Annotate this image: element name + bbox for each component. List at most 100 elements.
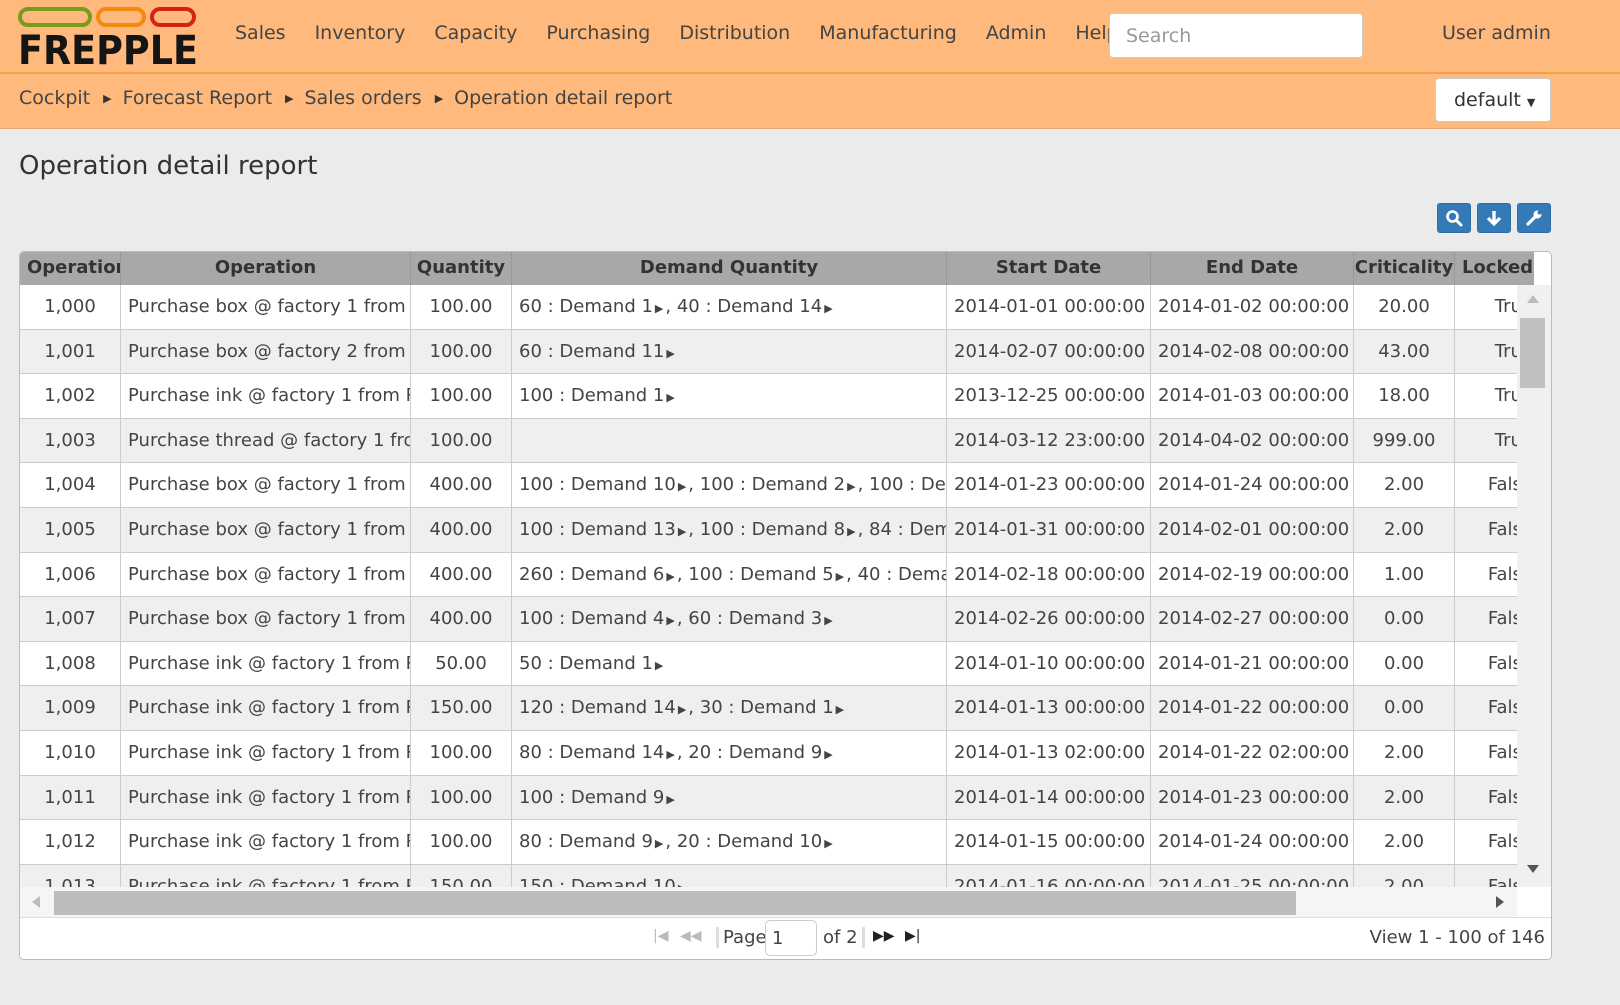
column-header-criticality[interactable]: Criticality [1354, 252, 1455, 285]
demand-detail-icon[interactable]: ▶ [666, 347, 674, 360]
breadcrumb-cockpit[interactable]: Cockpit [19, 87, 90, 109]
breadcrumb-forecast-report[interactable]: Forecast Report [123, 87, 272, 109]
demand-link[interactable]: 40 : Demand [858, 564, 946, 585]
demand-link[interactable]: 260 : Demand 6 [519, 564, 664, 585]
demand-link[interactable]: 84 : Deman [869, 519, 946, 540]
menu-manufacturing[interactable]: Manufacturing [819, 22, 957, 44]
demand-link[interactable]: 60 : Demand 3 [688, 608, 822, 629]
demand-link[interactable]: 30 : Demand 1 [700, 697, 834, 718]
page-number-input[interactable] [765, 920, 817, 956]
demand-detail-icon[interactable]: ▶ [666, 614, 674, 627]
menu-inventory[interactable]: Inventory [315, 22, 406, 44]
demand-detail-icon[interactable]: ▶ [836, 570, 844, 583]
download-button[interactable] [1477, 203, 1511, 233]
cell-locked: False [1487, 563, 1517, 585]
first-page-icon[interactable]: |◀ [653, 928, 668, 944]
demand-link[interactable]: 150 : Demand 10 [519, 876, 676, 887]
table-row[interactable]: 1,005 Purchase box @ factory 1 from C 400.… [20, 507, 1517, 553]
demand-detail-icon[interactable]: ▶ [666, 793, 674, 806]
previous-page-icon[interactable]: ◀◀ [680, 928, 702, 944]
demand-link[interactable]: 100 : Demand 9 [519, 787, 664, 808]
demand-link[interactable]: 100 : Dem [869, 474, 946, 495]
demand-detail-icon[interactable]: ▶ [824, 837, 832, 850]
demand-link[interactable]: 20 : Demand 9 [688, 742, 822, 763]
table-row[interactable]: 1,009 Purchase ink @ factory 1 from R 150.… [20, 686, 1517, 731]
column-header-operation-id[interactable]: Operation [20, 252, 121, 285]
cell-locked: False [1487, 875, 1517, 887]
table-row[interactable]: 1,001 Purchase box @ factory 2 from C 100.… [20, 329, 1517, 375]
search-button[interactable] [1437, 203, 1471, 233]
demand-detail-icon[interactable]: ▶ [666, 570, 674, 583]
demand-link[interactable]: 20 : Demand 10 [677, 831, 822, 852]
horizontal-scroll-thumb[interactable] [54, 891, 1296, 915]
menu-capacity[interactable]: Capacity [434, 22, 517, 44]
demand-detail-icon[interactable]: ▶ [655, 659, 663, 672]
demand-link[interactable]: 40 : Demand 14 [677, 296, 822, 317]
demand-detail-icon[interactable]: ▶ [666, 748, 674, 761]
demand-link[interactable]: 80 : Demand 14 [519, 742, 664, 763]
vertical-scrollbar[interactable] [1517, 285, 1551, 887]
demand-detail-icon[interactable]: ▶ [678, 480, 686, 493]
menu-distribution[interactable]: Distribution [679, 22, 790, 44]
column-header-locked[interactable]: Locked [1455, 252, 1540, 285]
column-header-end-date[interactable]: End Date [1151, 252, 1354, 285]
menu-purchasing[interactable]: Purchasing [546, 22, 650, 44]
column-header-start-date[interactable]: Start Date [947, 252, 1151, 285]
table-row[interactable]: 1,000 Purchase box @ factory 1 from C 100.… [20, 285, 1517, 330]
demand-link[interactable]: 120 : Demand 14 [519, 697, 676, 718]
vertical-scroll-thumb[interactable] [1520, 318, 1545, 388]
grid-body: 1,000 Purchase box @ factory 1 from C 100.… [20, 285, 1517, 887]
demand-link[interactable]: 60 : Demand 11 [519, 341, 664, 362]
scenario-label: default [1454, 89, 1521, 111]
scroll-left-icon[interactable] [32, 896, 40, 908]
scroll-up-icon[interactable] [1527, 295, 1539, 303]
demand-detail-icon[interactable]: ▶ [678, 525, 686, 538]
search-input[interactable] [1109, 13, 1363, 58]
breadcrumb-sales-orders[interactable]: Sales orders [305, 87, 422, 109]
table-row[interactable]: 1,012 Purchase ink @ factory 1 from R 100.… [20, 820, 1517, 865]
demand-link[interactable]: 100 : Demand 5 [688, 564, 833, 585]
demand-detail-icon[interactable]: ▶ [824, 748, 832, 761]
frepple-logo[interactable]: FREPPLE [18, 7, 198, 67]
demand-link[interactable]: 60 : Demand 1 [519, 296, 653, 317]
demand-detail-icon[interactable]: ▶ [678, 703, 686, 716]
table-row[interactable]: 1,007 Purchase box @ factory 1 from C 400.… [20, 597, 1517, 642]
configure-button[interactable] [1517, 203, 1551, 233]
scroll-down-icon[interactable] [1527, 865, 1539, 873]
demand-link[interactable]: 100 : Demand 13 [519, 519, 676, 540]
demand-link[interactable]: 100 : Demand 8 [700, 519, 845, 540]
demand-link[interactable]: 50 : Demand 1 [519, 653, 653, 674]
table-row[interactable]: 1,002 Purchase ink @ factory 1 from R 100.… [20, 374, 1517, 419]
demand-link[interactable]: 100 : Demand 4 [519, 608, 664, 629]
table-row[interactable]: 1,010 Purchase ink @ factory 1 from R 100.… [20, 730, 1517, 776]
table-row[interactable]: 1,013 Purchase ink @ factory 1 from R 150.… [20, 864, 1517, 887]
demand-detail-icon[interactable]: ▶ [836, 703, 844, 716]
demand-detail-icon[interactable]: ▶ [824, 302, 832, 315]
horizontal-scrollbar[interactable] [20, 887, 1517, 917]
table-row[interactable]: 1,011 Purchase ink @ factory 1 from R 100.… [20, 775, 1517, 821]
demand-detail-icon[interactable]: ▶ [655, 837, 663, 850]
next-page-icon[interactable]: ▶▶ [873, 928, 895, 944]
user-menu[interactable]: User admin [1442, 22, 1551, 44]
demand-link[interactable]: 80 : Demand 9 [519, 831, 653, 852]
column-header-quantity[interactable]: Quantity [411, 252, 512, 285]
demand-detail-icon[interactable]: ▶ [655, 302, 663, 315]
demand-detail-icon[interactable]: ▶ [847, 525, 855, 538]
demand-detail-icon[interactable]: ▶ [824, 614, 832, 627]
demand-link[interactable]: 100 : Demand 10 [519, 474, 676, 495]
demand-link[interactable]: 100 : Demand 2 [700, 474, 845, 495]
menu-sales[interactable]: Sales [235, 22, 286, 44]
scroll-right-icon[interactable] [1496, 896, 1504, 908]
demand-detail-icon[interactable]: ▶ [666, 391, 674, 404]
menu-admin[interactable]: Admin [986, 22, 1047, 44]
table-row[interactable]: 1,006 Purchase box @ factory 1 from C 400.… [20, 552, 1517, 598]
column-header-demand-quantity[interactable]: Demand Quantity [512, 252, 947, 285]
last-page-icon[interactable]: ▶| [905, 928, 920, 944]
column-header-operation[interactable]: Operation [121, 252, 411, 285]
table-row[interactable]: 1,003 Purchase thread @ factory 1 fro 100.… [20, 418, 1517, 464]
demand-link[interactable]: 100 : Demand 1 [519, 385, 664, 406]
table-row[interactable]: 1,004 Purchase box @ factory 1 from C 400.… [20, 463, 1517, 508]
table-row[interactable]: 1,008 Purchase ink @ factory 1 from R 50.0… [20, 641, 1517, 687]
demand-detail-icon[interactable]: ▶ [847, 480, 855, 493]
scenario-dropdown[interactable]: default ▼ [1435, 78, 1551, 122]
